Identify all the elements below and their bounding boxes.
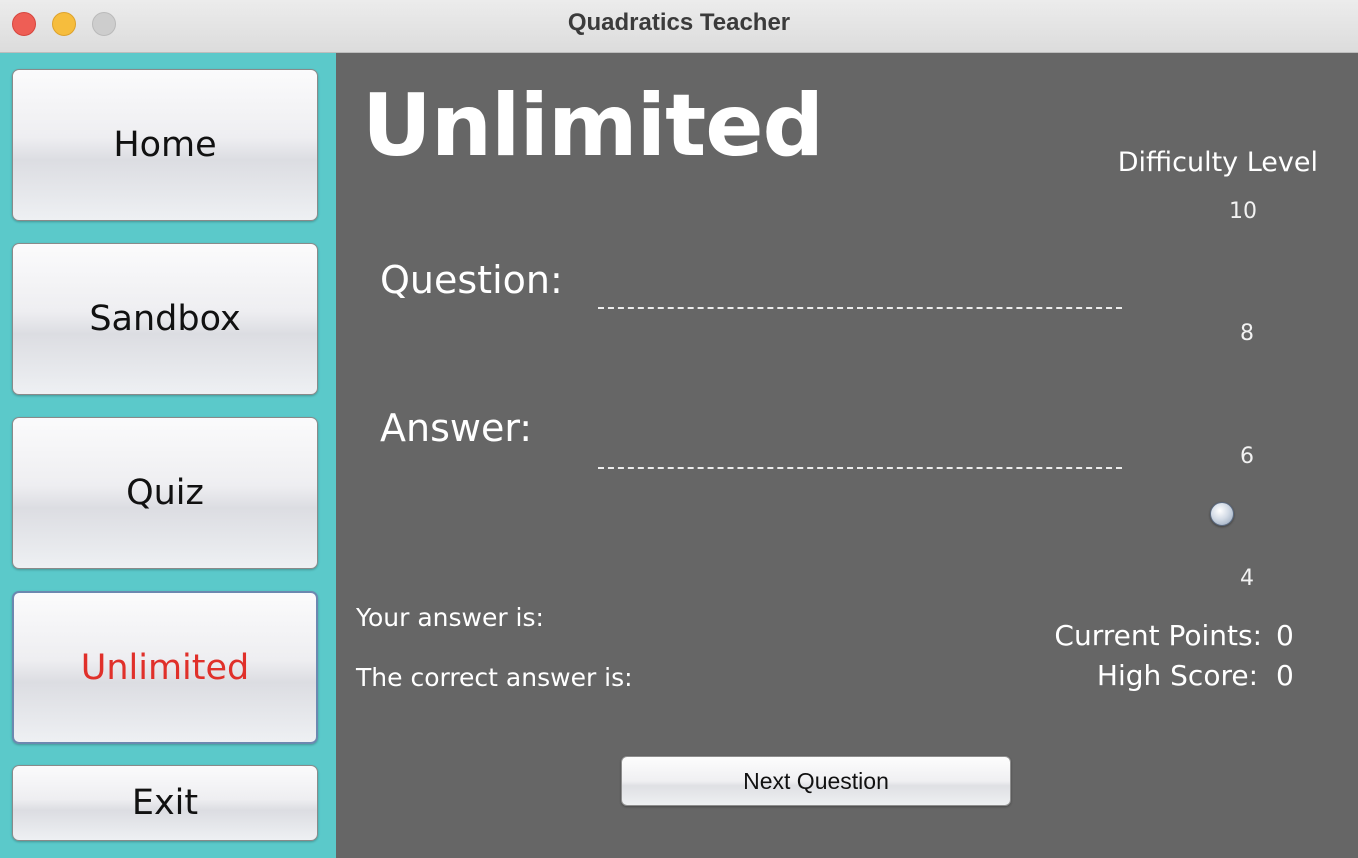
difficulty-tick-6: 6 bbox=[1240, 444, 1254, 469]
high-score-value: 0 bbox=[1276, 659, 1294, 692]
difficulty-tick-10: 10 bbox=[1229, 199, 1257, 224]
answer-blank bbox=[598, 467, 1122, 469]
correct-answer-label: The correct answer is: bbox=[356, 663, 633, 692]
next-question-button[interactable]: Next Question bbox=[621, 756, 1011, 806]
home-button[interactable]: Home bbox=[12, 69, 318, 221]
current-points-label: Current Points: bbox=[1054, 619, 1262, 652]
your-answer-label: Your answer is: bbox=[356, 603, 544, 632]
question-label: Question: bbox=[380, 258, 563, 302]
sandbox-button[interactable]: Sandbox bbox=[12, 243, 318, 395]
answer-label: Answer: bbox=[380, 406, 533, 450]
main-panel: Unlimited Question: Answer: Your answer … bbox=[336, 53, 1358, 858]
high-score-label: High Score: bbox=[1096, 659, 1258, 692]
quiz-button[interactable]: Quiz bbox=[12, 417, 318, 569]
sidebar: Home Sandbox Quiz Unlimited Exit bbox=[0, 53, 336, 858]
page-title: Unlimited bbox=[362, 76, 824, 176]
question-blank bbox=[598, 307, 1122, 309]
unlimited-button[interactable]: Unlimited bbox=[12, 591, 318, 744]
app-window: Quadratics Teacher Home Sandbox Quiz Unl… bbox=[0, 0, 1358, 858]
difficulty-tick-4: 4 bbox=[1240, 566, 1254, 591]
difficulty-title: Difficulty Level bbox=[1117, 147, 1318, 178]
difficulty-tick-8: 8 bbox=[1240, 321, 1254, 346]
title-bar: Quadratics Teacher bbox=[0, 0, 1358, 53]
exit-button[interactable]: Exit bbox=[12, 765, 318, 841]
current-points-value: 0 bbox=[1276, 619, 1294, 652]
window-title: Quadratics Teacher bbox=[567, 9, 791, 36]
difficulty-slider-thumb[interactable] bbox=[1210, 502, 1234, 526]
